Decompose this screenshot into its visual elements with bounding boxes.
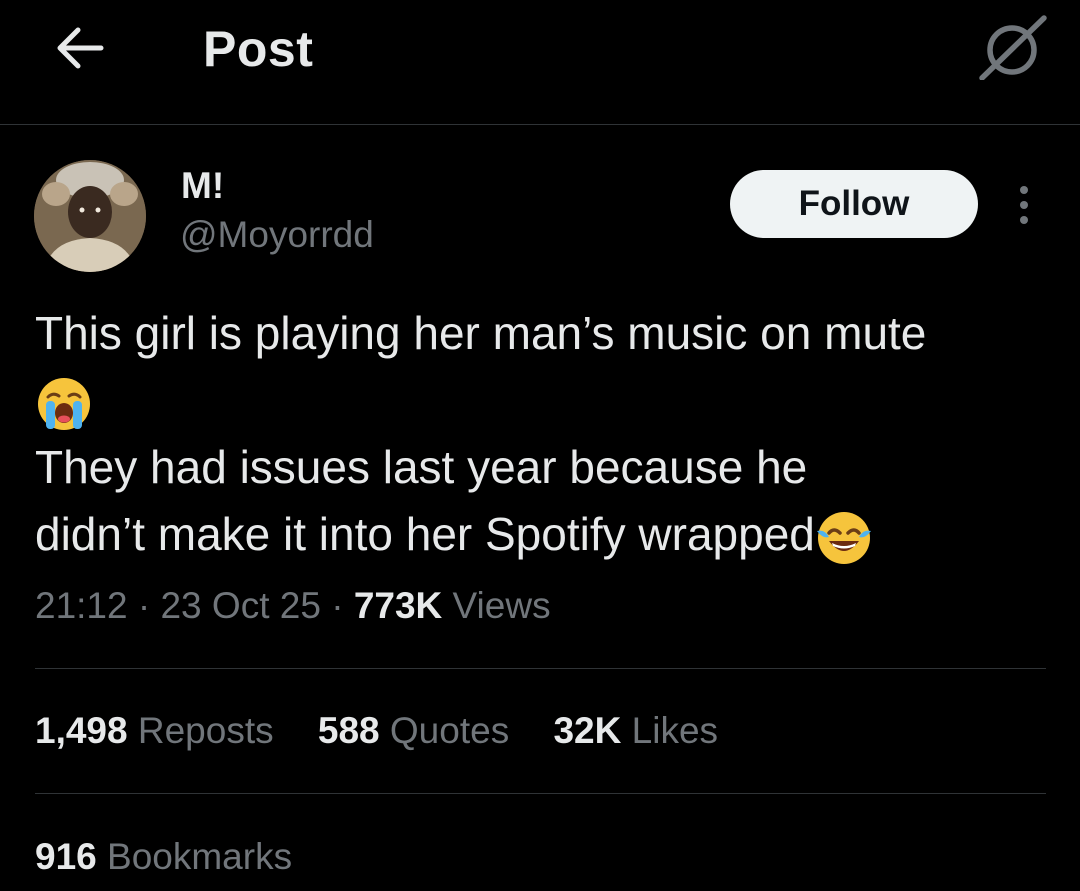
top-bar: Post	[0, 0, 1080, 125]
engagement-stats: 1,498 Reposts 588 Quotes 32K Likes	[35, 710, 752, 752]
tweet-line: This girl is playing her man’s music on …	[35, 307, 927, 359]
meta-separator: ·	[137, 585, 151, 626]
face-with-tears-of-joy-icon	[816, 511, 871, 564]
post-page: Post M! @Moyorrdd Follow This girl is pl…	[0, 0, 1080, 891]
back-button[interactable]	[48, 20, 110, 76]
grok-button[interactable]	[975, 12, 1050, 82]
author-display-name[interactable]: M!	[181, 165, 224, 207]
avatar[interactable]	[34, 160, 146, 272]
bookmarks-stat[interactable]: 916 Bookmarks	[35, 836, 292, 878]
reposts-stat[interactable]: 1,498 Reposts	[35, 710, 274, 751]
author-handle[interactable]: @Moyorrdd	[180, 214, 374, 256]
post-date: 23 Oct 25	[160, 585, 321, 626]
tweet-emoji-line	[35, 367, 1065, 434]
bookmarks-count: 916	[35, 836, 97, 877]
reposts-count: 1,498	[35, 710, 128, 751]
bookmarks-label: Bookmarks	[107, 836, 293, 877]
more-vertical-icon	[1020, 186, 1028, 194]
loudly-crying-face-icon	[38, 377, 90, 430]
tweet-line: They had issues last year because he	[35, 441, 808, 493]
quotes-label: Quotes	[389, 710, 510, 751]
views-count[interactable]: 773K	[354, 585, 442, 626]
more-options-button[interactable]	[1004, 180, 1044, 230]
post-time: 21:12	[35, 585, 128, 626]
grok-icon	[978, 15, 1047, 80]
quotes-count: 588	[317, 710, 380, 751]
divider	[35, 793, 1046, 794]
likes-label: Likes	[631, 710, 719, 751]
tweet-text: This girl is playing her man’s music on …	[35, 300, 1065, 568]
tweet-last-line: didn’t make it into her Spotify wrapped	[35, 501, 1065, 568]
reposts-label: Reposts	[137, 710, 274, 751]
likes-stat[interactable]: 32K Likes	[553, 710, 718, 751]
divider	[35, 668, 1046, 669]
avatar-image	[34, 160, 146, 272]
page-title: Post	[203, 21, 314, 77]
meta-separator: ·	[331, 585, 344, 626]
follow-button[interactable]: Follow	[730, 170, 978, 238]
quotes-stat[interactable]: 588 Quotes	[318, 710, 509, 751]
tweet-line: didn’t make it into her Spotify wrapped	[35, 508, 815, 560]
post-meta: 21:12 · 23 Oct 25 · 773K Views	[35, 585, 551, 627]
arrow-left-icon	[57, 27, 104, 69]
likes-count: 32K	[553, 710, 622, 751]
views-label[interactable]: Views	[453, 585, 551, 626]
